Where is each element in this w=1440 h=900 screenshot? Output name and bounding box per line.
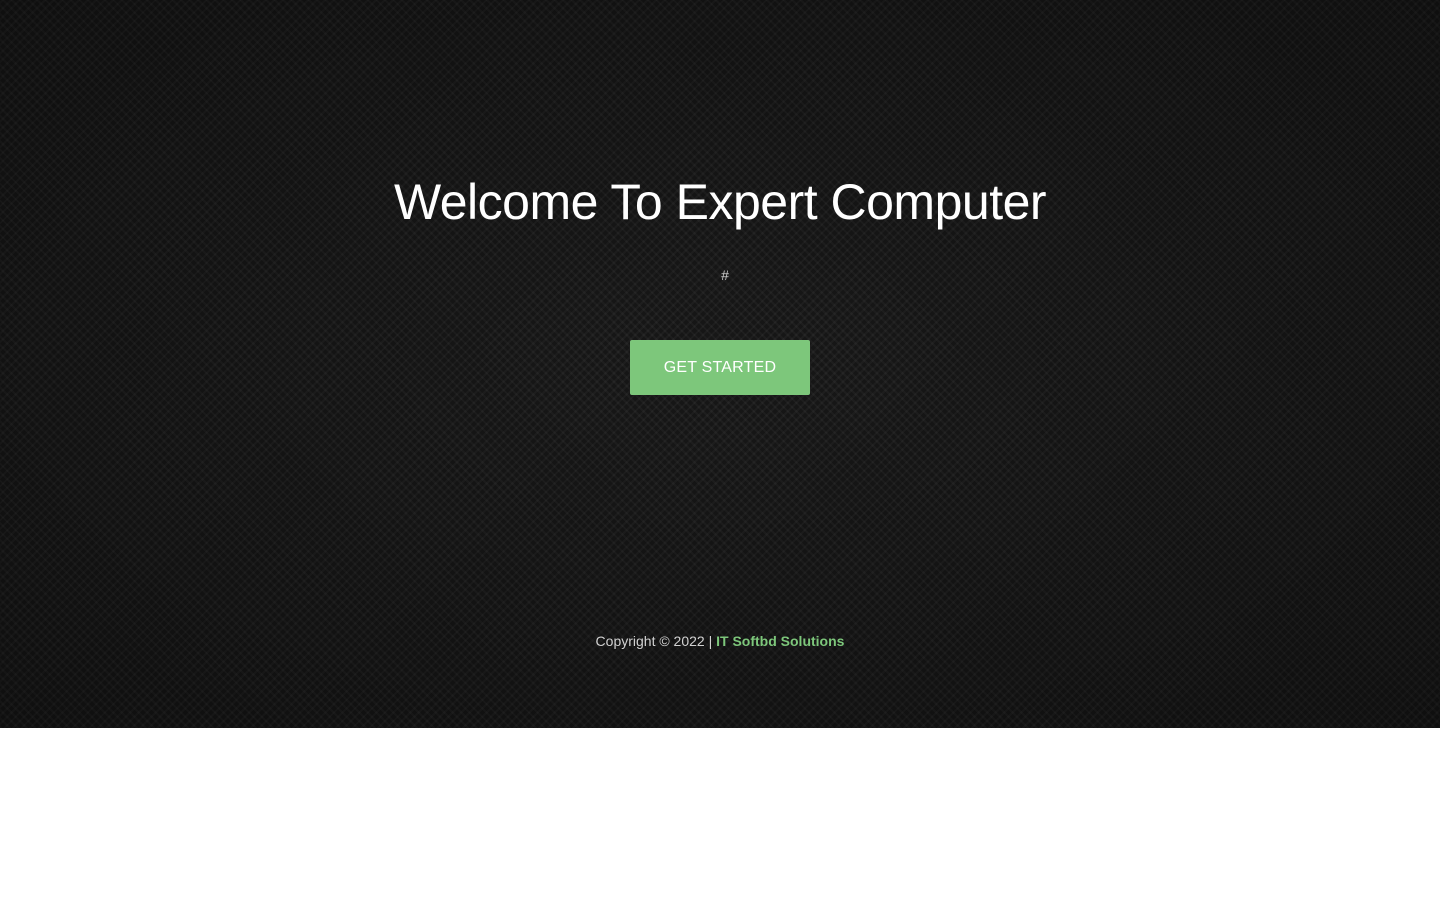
hero-title: Welcome To Expert Computer — [393, 174, 1047, 230]
hero-subtitle: # — [721, 267, 729, 283]
footer: Copyright © 2022 | IT Softbd Solutions — [0, 632, 1440, 650]
brand-link[interactable]: IT Softbd Solutions — [716, 633, 844, 649]
copyright-text: Copyright © 2022 | — [595, 633, 717, 649]
get-started-button[interactable]: GET STARTED — [630, 340, 810, 395]
hero-section: Welcome To Expert Computer # GET STARTED… — [0, 0, 1440, 728]
